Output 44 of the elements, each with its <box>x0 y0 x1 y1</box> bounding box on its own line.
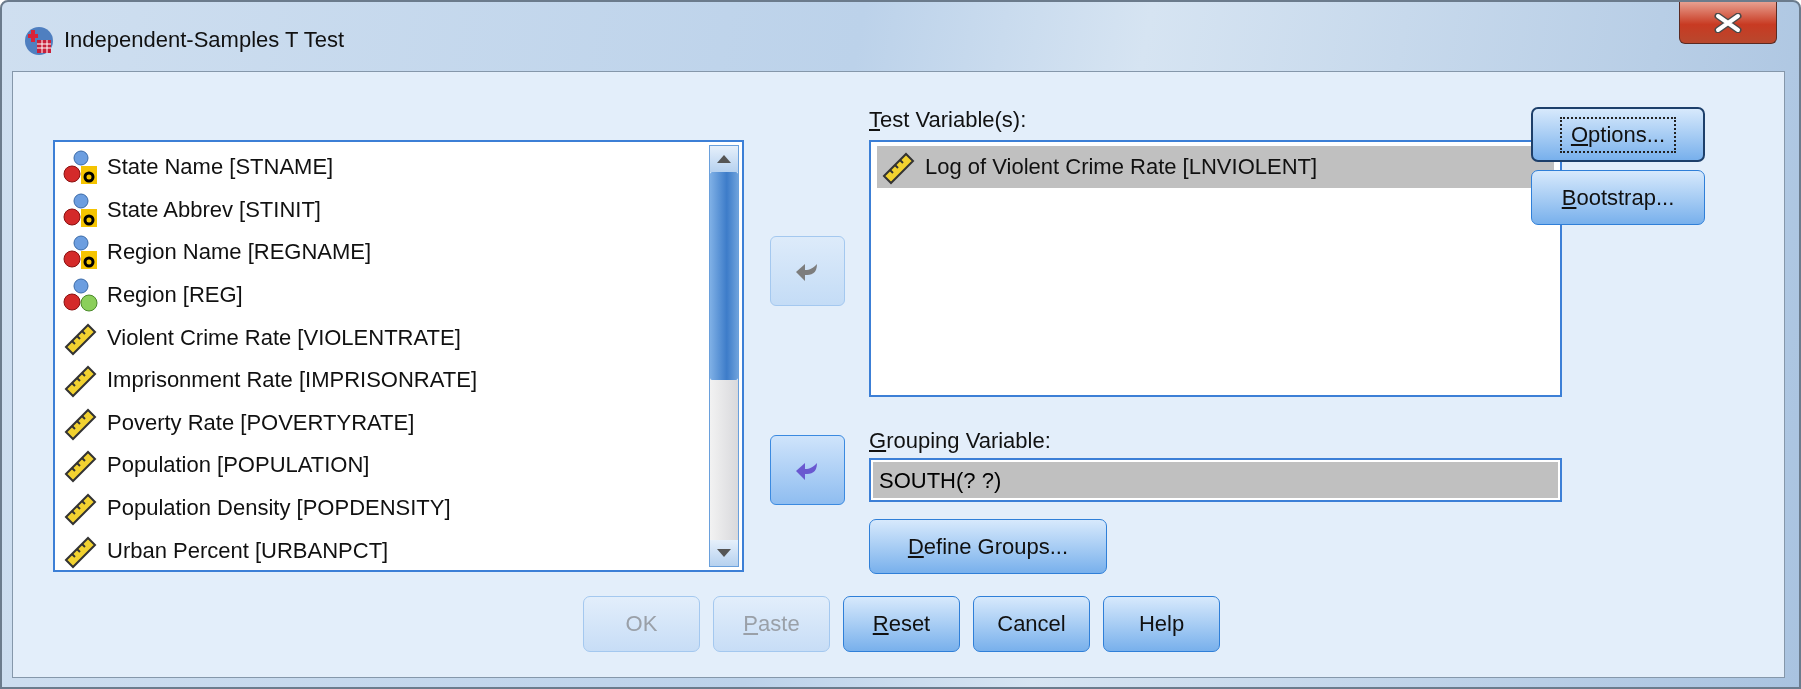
variable-item[interactable]: Region [REG] <box>55 273 709 317</box>
scrollbar[interactable] <box>709 145 739 567</box>
move-button[interactable] <box>770 435 845 505</box>
app-icon <box>24 26 54 56</box>
variable-label: Region Name [REGNAME] <box>107 239 372 266</box>
scroll-up-icon[interactable] <box>710 146 738 172</box>
dialog-button[interactable]: Help <box>1103 596 1220 652</box>
dialog-button[interactable]: Bootstrap... <box>1531 170 1705 225</box>
variable-label: Violent Crime Rate [VIOLENTRATE] <box>107 324 461 351</box>
close-button[interactable] <box>1679 2 1777 44</box>
variable-item[interactable]: Population Density [POPDENSITY] <box>55 486 709 530</box>
variable-item[interactable]: Region Name [REGNAME] <box>55 231 709 274</box>
variable-label: Population Density [POPDENSITY] <box>107 495 451 522</box>
variable-item[interactable]: Population [POPULATION] <box>55 444 709 487</box>
variable-item[interactable]: Urban Percent [URBANPCT] <box>55 529 709 572</box>
variable-label: Imprisonment Rate [IMPRISONRATE] <box>107 367 477 394</box>
dialog-button[interactable]: Cancel <box>973 596 1090 652</box>
close-icon <box>1713 12 1743 33</box>
variable-label: Population [POPULATION] <box>107 452 370 479</box>
window-title: Independent-Samples T Test <box>64 27 345 53</box>
grouping-variable-field[interactable]: SOUTH(? ?) <box>869 458 1562 502</box>
grouping-variable-label: Grouping Variable: <box>869 428 1051 455</box>
string-variable-icon <box>63 234 99 271</box>
variable-item[interactable]: Poverty Rate [POVERTYRATE] <box>55 401 709 445</box>
variable-item[interactable]: State Name [STNAME] <box>55 146 709 189</box>
string-variable-icon <box>63 191 99 228</box>
variable-item[interactable]: Log of Violent Crime Rate [LNVIOLENT] <box>877 146 1554 188</box>
test-variables-label: Test Variable(s): <box>869 107 1027 134</box>
variable-label: State Abbrev [STINIT] <box>107 196 321 223</box>
nominal-variable-icon <box>63 277 99 314</box>
scroll-down-icon[interactable] <box>710 540 738 566</box>
define-groups-button[interactable]: Define Groups... <box>869 519 1107 574</box>
dialog-button[interactable]: Reset <box>843 596 960 652</box>
scroll-thumb[interactable] <box>710 172 738 380</box>
dialog-button[interactable]: Options... <box>1531 107 1705 162</box>
variable-label: Log of Violent Crime Rate [LNVIOLENT] <box>925 154 1318 180</box>
variable-label: Poverty Rate [POVERTYRATE] <box>107 409 415 436</box>
variable-label: State Name [STNAME] <box>107 154 334 181</box>
string-variable-icon <box>63 149 99 186</box>
variable-item[interactable]: State Abbrev [STINIT] <box>55 188 709 232</box>
variable-label: Region [REG] <box>107 282 243 309</box>
variable-item[interactable]: Violent Crime Rate [VIOLENTRATE] <box>55 316 709 359</box>
variable-item[interactable]: Imprisonment Rate [IMPRISONRATE] <box>55 358 709 402</box>
variable-label: Urban Percent [URBANPCT] <box>107 537 389 564</box>
